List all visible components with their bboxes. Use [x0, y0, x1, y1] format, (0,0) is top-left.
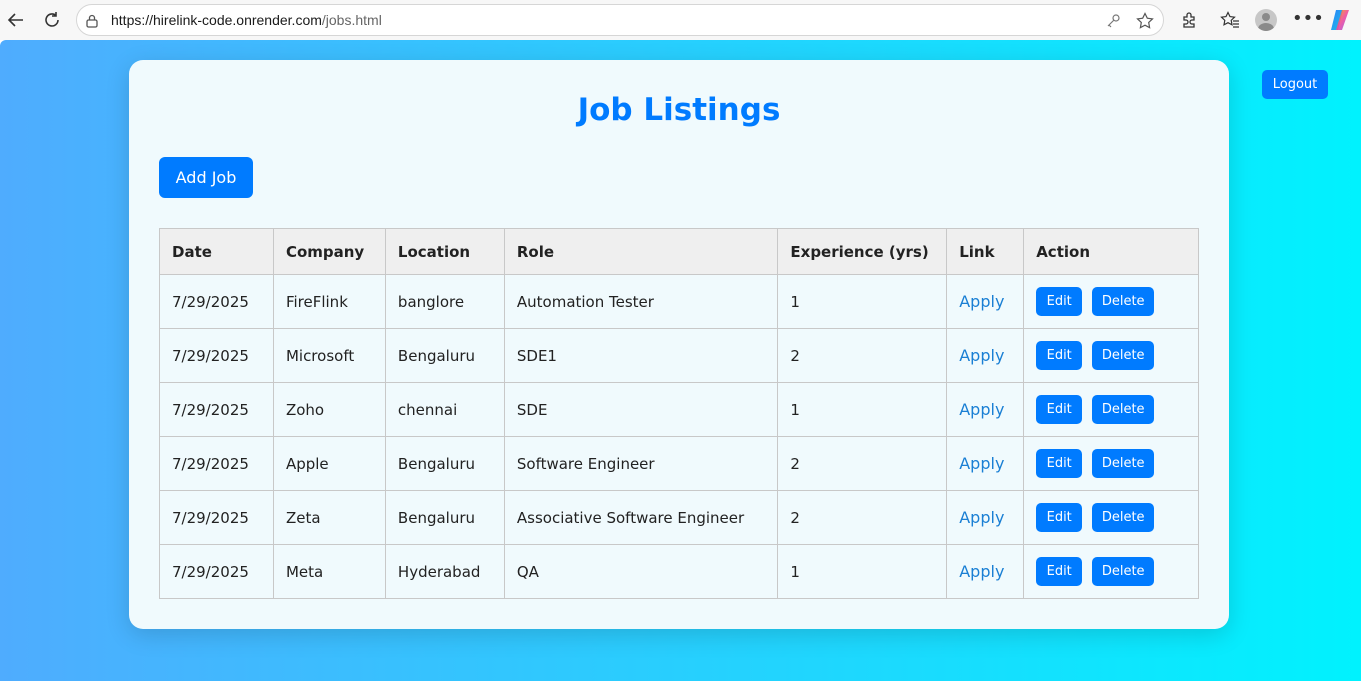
cell-date: 7/29/2025 [159, 274, 274, 329]
cell-date: 7/29/2025 [159, 544, 274, 599]
cell-role: SDE [503, 382, 779, 437]
jobs-table: Date Company Location Role Experience (y… [159, 228, 1199, 599]
browser-toolbar: https://hirelink-code.onrender.com/jobs.… [0, 0, 1361, 40]
delete-button[interactable]: Delete [1092, 557, 1155, 586]
add-job-button[interactable]: Add Job [159, 157, 253, 198]
cell-company: Meta [272, 544, 386, 599]
cell-location: Bengaluru [384, 436, 505, 491]
edit-button[interactable]: Edit [1036, 341, 1083, 370]
edit-button[interactable]: Edit [1036, 395, 1083, 424]
table-row: 7/29/2025 Meta Hyderabad QA 1 Apply Edit… [159, 544, 1199, 599]
cell-role: Associative Software Engineer [503, 490, 779, 545]
refresh-icon[interactable] [40, 8, 64, 32]
table-row: 7/29/2025 Apple Bengaluru Software Engin… [159, 436, 1199, 491]
table-row: 7/29/2025 Microsoft Bengaluru SDE1 2 App… [159, 328, 1199, 383]
apply-link[interactable]: Apply [959, 292, 1004, 311]
cell-experience: 2 [777, 490, 948, 545]
cell-action: Edit Delete [1023, 274, 1199, 329]
cell-action: Edit Delete [1023, 436, 1199, 491]
cell-date: 7/29/2025 [159, 382, 274, 437]
url-text: https://hirelink-code.onrender.com/jobs.… [111, 12, 382, 28]
delete-button[interactable]: Delete [1092, 341, 1155, 370]
cell-company: Zeta [272, 490, 386, 545]
edit-button[interactable]: Edit [1036, 449, 1083, 478]
key-icon[interactable] [1105, 13, 1121, 33]
header-role: Role [503, 228, 779, 275]
apply-link[interactable]: Apply [959, 454, 1004, 473]
cell-link: Apply [946, 490, 1025, 545]
cell-action: Edit Delete [1023, 328, 1199, 383]
url-host: https://hirelink-code.onrender.com [111, 12, 322, 28]
cell-date: 7/29/2025 [159, 490, 274, 545]
cell-location: banglore [384, 274, 505, 329]
back-arrow-icon[interactable] [4, 8, 28, 32]
cell-role: SDE1 [503, 328, 779, 383]
lock-icon[interactable] [85, 13, 99, 28]
cell-link: Apply [946, 274, 1025, 329]
cell-role: QA [503, 544, 779, 599]
apply-link[interactable]: Apply [959, 346, 1004, 365]
copilot-icon[interactable] [1328, 8, 1352, 32]
cell-location: chennai [384, 382, 505, 437]
cell-company: Apple [272, 436, 386, 491]
cell-action: Edit Delete [1023, 490, 1199, 545]
cell-location: Bengaluru [384, 490, 505, 545]
cell-date: 7/29/2025 [159, 328, 274, 383]
favorites-icon[interactable] [1218, 8, 1242, 32]
page-title: Job Listings [577, 92, 781, 128]
header-location: Location [384, 228, 505, 275]
apply-link[interactable]: Apply [959, 400, 1004, 419]
header-company: Company [272, 228, 386, 275]
logout-button[interactable]: Logout [1262, 70, 1328, 99]
star-icon[interactable] [1136, 12, 1154, 34]
table-row: 7/29/2025 Zoho chennai SDE 1 Apply Edit D… [159, 382, 1199, 437]
cell-role: Automation Tester [503, 274, 779, 329]
table-header-row: Date Company Location Role Experience (y… [159, 228, 1199, 275]
cell-location: Hyderabad [384, 544, 505, 599]
apply-link[interactable]: Apply [959, 508, 1004, 527]
cell-company: Zoho [272, 382, 386, 437]
cell-experience: 2 [777, 328, 948, 383]
delete-button[interactable]: Delete [1092, 395, 1155, 424]
table-row: 7/29/2025 FireFlink banglore Automation … [159, 274, 1199, 329]
cell-link: Apply [946, 382, 1025, 437]
edit-button[interactable]: Edit [1036, 287, 1083, 316]
cell-company: Microsoft [272, 328, 386, 383]
delete-button[interactable]: Delete [1092, 449, 1155, 478]
cell-experience: 1 [777, 544, 948, 599]
cell-action: Edit Delete [1023, 382, 1199, 437]
cell-experience: 1 [777, 274, 948, 329]
address-bar[interactable]: https://hirelink-code.onrender.com/jobs.… [76, 4, 1164, 36]
extensions-icon[interactable] [1177, 8, 1201, 32]
header-experience: Experience (yrs) [777, 228, 948, 275]
page-background: Logout Job Listings Add Job Date Company… [0, 40, 1361, 681]
header-date: Date [159, 228, 274, 275]
cell-link: Apply [946, 328, 1025, 383]
cell-role: Software Engineer [503, 436, 779, 491]
more-icon[interactable]: ••• [1292, 8, 1324, 29]
url-path: /jobs.html [321, 12, 382, 28]
cell-experience: 2 [777, 436, 948, 491]
profile-icon[interactable] [1255, 9, 1277, 31]
edit-button[interactable]: Edit [1036, 557, 1083, 586]
delete-button[interactable]: Delete [1092, 503, 1155, 532]
cell-date: 7/29/2025 [159, 436, 274, 491]
table-row: 7/29/2025 Zeta Bengaluru Associative Sof… [159, 490, 1199, 545]
job-listings-card: Job Listings Add Job Date Company Locati… [129, 60, 1229, 629]
cell-location: Bengaluru [384, 328, 505, 383]
delete-button[interactable]: Delete [1092, 287, 1155, 316]
header-action: Action [1023, 228, 1199, 275]
cell-experience: 1 [777, 382, 948, 437]
cell-link: Apply [946, 544, 1025, 599]
cell-action: Edit Delete [1023, 544, 1199, 599]
header-link: Link [946, 228, 1025, 275]
cell-link: Apply [946, 436, 1025, 491]
edit-button[interactable]: Edit [1036, 503, 1083, 532]
apply-link[interactable]: Apply [959, 562, 1004, 581]
cell-company: FireFlink [272, 274, 386, 329]
